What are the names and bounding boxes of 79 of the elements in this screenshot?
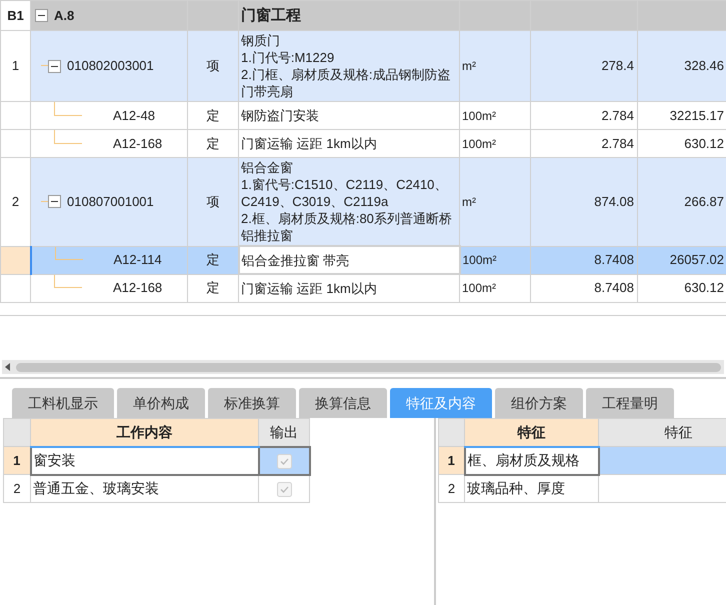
feature-name: 玻璃品种、厚度 <box>467 480 565 496</box>
feature-name: 框、扇材质及规格 <box>468 452 580 468</box>
item-name: 门窗工程 <box>241 7 301 24</box>
unit-price: 630.12 <box>684 136 724 151</box>
quantity: 8.7408 <box>594 280 634 296</box>
row-number: 1 <box>13 452 20 468</box>
row-number: 2 <box>13 480 21 496</box>
output-checkbox[interactable] <box>276 454 292 469</box>
item-code: A12-114 <box>114 251 162 270</box>
item-type: 定 <box>206 252 220 268</box>
column-header: 输出 <box>270 424 298 440</box>
work-content: 窗安装 <box>34 452 76 468</box>
feature-row[interactable]: 2 玻璃品种、厚度 <box>438 474 726 502</box>
item-code: 010807001001 <box>67 193 154 211</box>
collapse-toggle-icon[interactable] <box>35 9 48 22</box>
item-type: 项 <box>206 58 220 74</box>
quantity: 8.7408 <box>594 252 634 268</box>
unit-price: 26057.02 <box>670 252 724 268</box>
quantity: 874.08 <box>594 194 634 209</box>
item-name: 钢防盗门安装 <box>241 108 319 123</box>
work-content: 普通五金、玻璃安装 <box>33 480 159 496</box>
item-name-line: 2.框、扇材质及规格:80系列普通断桥铝推拉窗 <box>241 210 453 244</box>
unit: 100m² <box>462 281 496 295</box>
row-number: 1 <box>448 452 455 468</box>
quantity: 2.784 <box>601 108 634 123</box>
item-code: A12-168 <box>113 279 162 298</box>
unit-price: 32215.17 <box>670 108 724 123</box>
quantity: 2.784 <box>601 136 634 151</box>
unit: 100m² <box>462 136 496 150</box>
column-header: 特征 <box>518 424 546 440</box>
row-number: 2 <box>448 480 456 496</box>
bill-row[interactable]: A12-168 定 门窗运输 运距 1km以内 100m² 2.784 630.12 <box>0 130 726 158</box>
item-name-line: 2.门框、扇材质及规格:成品钢制防盗门带亮扇 <box>241 66 452 100</box>
item-code: A12-48 <box>113 106 155 125</box>
quantity: 278.4 <box>601 58 634 74</box>
unit-price: 328.46 <box>684 58 724 74</box>
output-checkbox[interactable] <box>276 482 292 498</box>
item-code: A12-168 <box>113 134 162 153</box>
item-name: 门窗运输 运距 1km以内 <box>241 280 377 296</box>
item-name-line: 1.窗代号:C1510、C2119、C2410、C2419、C3019、C2119a <box>241 176 448 210</box>
item-type: 定 <box>206 108 220 123</box>
panel-tab[interactable]: 标准换算 <box>208 388 296 418</box>
bill-row[interactable]: A12-48 定 钢防盗门安装 100m² 2.784 32215.17 <box>0 102 726 130</box>
item-name: 门窗运输 运距 1km以内 <box>241 136 377 151</box>
scroll-left-icon[interactable] <box>5 363 10 371</box>
item-type: 定 <box>206 280 220 296</box>
item-type: 定 <box>206 136 220 151</box>
item-code: A.8 <box>54 6 74 25</box>
item-type: 项 <box>206 194 220 209</box>
bill-row[interactable]: A12-168 定 门窗运输 运距 1km以内 100m² 8.7408 630.12 <box>0 274 726 302</box>
item-name: 铝合金推拉窗 带亮 <box>242 252 350 268</box>
unit-price: 630.12 <box>684 280 724 296</box>
unit: 100m² <box>462 253 497 267</box>
scrollbar-thumb[interactable] <box>16 362 721 372</box>
panel-tab[interactable]: 工程量明 <box>586 388 674 418</box>
unit: 100m² <box>462 108 496 122</box>
collapse-toggle-icon[interactable] <box>48 60 61 72</box>
item-name-line: 铝合金窗 <box>241 159 294 176</box>
unit: m² <box>462 59 476 73</box>
panel-tab[interactable]: 组价方案 <box>495 388 583 418</box>
bill-row[interactable]: B1 A.8 门窗工程 <box>0 0 726 30</box>
bill-row[interactable]: A12-114 定 铝合金推拉窗 带亮 100m² 8.7408 26057.02 <box>0 246 726 274</box>
panel-tab[interactable]: 工料机显示 <box>12 388 114 418</box>
panel-tab[interactable]: 单价构成 <box>117 388 205 418</box>
row-number: 1 <box>12 58 20 74</box>
item-name-line: 钢质门 <box>241 32 281 49</box>
collapse-toggle-icon[interactable] <box>48 195 61 208</box>
item-code: 010802003001 <box>67 57 154 76</box>
horizontal-scrollbar[interactable] <box>2 360 724 374</box>
row-number: 2 <box>12 194 20 209</box>
unit-price: 266.87 <box>684 194 724 209</box>
column-header: 工作内容 <box>116 424 172 440</box>
column-header: 特征 <box>664 424 692 440</box>
item-name-line: 1.门代号:M1229 <box>241 49 336 66</box>
unit: m² <box>462 194 476 209</box>
panel-tab[interactable]: 换算信息 <box>299 388 387 418</box>
bill-row[interactable]: 2 010807001001 项 铝合金窗 1.窗代号:C1510、C2119、C2410、C2419、C3019、C2119a 2.框、扇材质及规格:80系列普通断桥铝推拉窗 m² 874.08 266.87 <box>0 158 726 246</box>
row-number: B1 <box>7 8 24 23</box>
feature-row[interactable]: 1 框、扇材质及规格 <box>438 446 726 474</box>
